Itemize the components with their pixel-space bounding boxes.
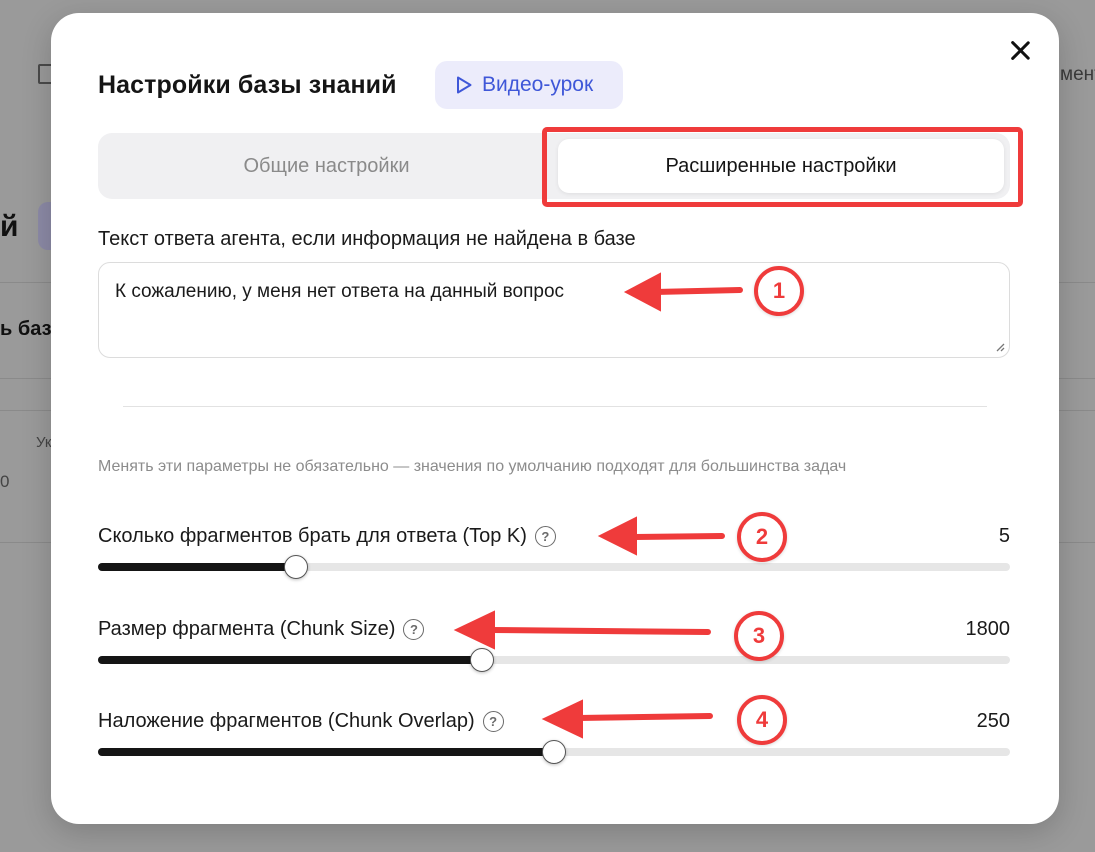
- tab-advanced-settings[interactable]: Расширенные настройки: [558, 139, 1004, 193]
- slider-thumb[interactable]: [283, 555, 308, 579]
- fallback-answer-textarea[interactable]: К сожалению, у меня нет ответа на данный…: [98, 262, 1010, 358]
- top-k-slider[interactable]: [98, 555, 1010, 579]
- chunk-overlap-slider[interactable]: [98, 740, 1010, 764]
- annotation-badge-3: 3: [734, 611, 784, 661]
- slider-fill: [98, 748, 554, 756]
- help-icon[interactable]: ?: [482, 711, 504, 732]
- param-chunk-size-value: 1800: [965, 618, 1011, 640]
- annotation-badge-2: 2: [737, 512, 787, 562]
- section-divider: [123, 406, 987, 407]
- slider-fill: [98, 563, 296, 571]
- bg-nav-item: мент: [1060, 64, 1095, 85]
- modal-title: Настройки базы знаний: [98, 71, 397, 99]
- param-chunk-overlap-value: 250: [976, 710, 1010, 732]
- param-chunk-overlap-label-wrap: Наложение фрагментов (Chunk Overlap) ?: [98, 710, 504, 733]
- video-tutorial-label: Видео-урок: [482, 73, 594, 96]
- resize-grip-icon[interactable]: [993, 340, 1005, 352]
- slider-fill: [98, 656, 482, 664]
- tab-general-settings[interactable]: Общие настройки: [104, 139, 549, 193]
- settings-tabs: Общие настройки Расширенные настройки: [98, 133, 1010, 199]
- param-chunk-size-label-wrap: Размер фрагмента (Chunk Size) ?: [98, 618, 425, 641]
- knowledge-base-settings-modal: Настройки базы знаний Видео-урок Общие н…: [51, 13, 1059, 824]
- optional-params-hint: Менять эти параметры не обязательно — зн…: [98, 458, 847, 475]
- fallback-answer-label: Текст ответа агента, если информация не …: [98, 228, 636, 250]
- param-top-k-label-wrap: Сколько фрагментов брать для ответа (Top…: [98, 525, 556, 548]
- chunk-size-slider[interactable]: [98, 648, 1010, 672]
- video-tutorial-button[interactable]: Видео-урок: [435, 61, 623, 109]
- bg-cell: 0: [0, 472, 10, 491]
- annotation-badge-1: 1: [754, 266, 804, 316]
- slider-thumb[interactable]: [469, 648, 494, 672]
- param-top-k-label: Сколько фрагментов брать для ответа (Top…: [98, 525, 527, 547]
- param-chunk-size-label: Размер фрагмента (Chunk Size): [98, 618, 396, 640]
- slider-thumb[interactable]: [542, 740, 566, 764]
- bg-column-header: Ук: [36, 434, 52, 451]
- param-chunk-overlap-label: Наложение фрагментов (Chunk Overlap): [98, 710, 475, 732]
- help-icon[interactable]: ?: [403, 619, 425, 640]
- help-icon[interactable]: ?: [534, 526, 556, 547]
- close-icon[interactable]: [1009, 39, 1031, 61]
- param-top-k-value: 5: [998, 525, 1010, 547]
- bg-page-title: й: [0, 210, 19, 243]
- annotation-badge-4: 4: [737, 695, 787, 745]
- play-icon: [457, 76, 472, 94]
